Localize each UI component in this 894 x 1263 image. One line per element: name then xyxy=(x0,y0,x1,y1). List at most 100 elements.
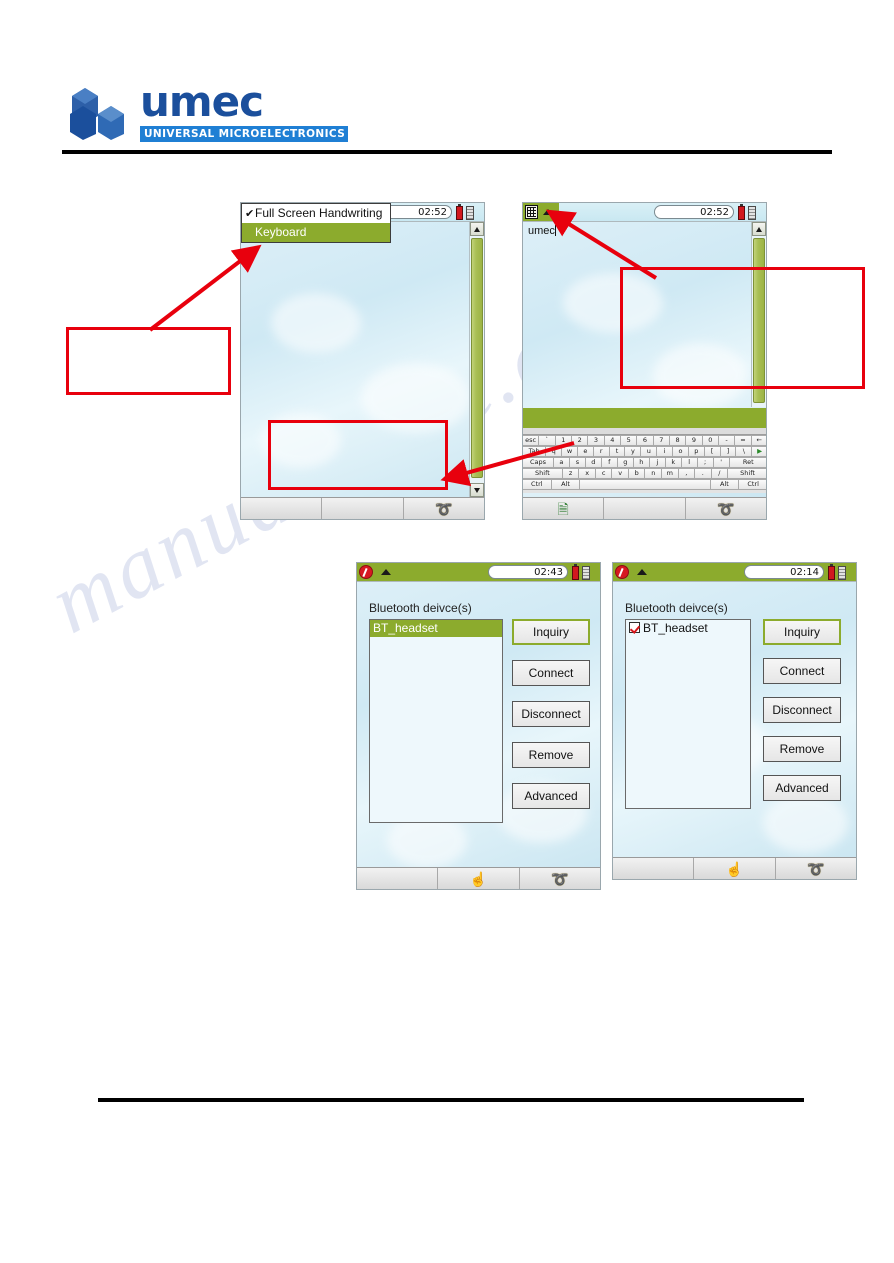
key-x[interactable]: x xyxy=(578,468,596,479)
key-tab[interactable]: Tab xyxy=(523,446,547,457)
key-minus[interactable]: - xyxy=(717,435,736,446)
toolbar-cell-2[interactable]: ☝ xyxy=(438,868,520,889)
key-8[interactable]: 8 xyxy=(668,435,687,446)
toolbar-cell-1[interactable] xyxy=(357,868,439,889)
toolbar-cell-3[interactable]: ➰ xyxy=(686,498,766,519)
key-ctrl-left[interactable]: Ctrl xyxy=(523,479,552,490)
key-apostrophe[interactable]: ' xyxy=(712,457,730,468)
key-1[interactable]: 1 xyxy=(554,435,572,446)
key-backspace[interactable]: ← xyxy=(750,435,766,446)
caret-up-icon[interactable] xyxy=(637,569,647,575)
key-6[interactable]: 6 xyxy=(636,435,654,446)
key-j[interactable]: j xyxy=(648,457,666,468)
key-5[interactable]: 5 xyxy=(619,435,638,446)
key-y[interactable]: y xyxy=(624,446,642,457)
key-backslash[interactable]: \ xyxy=(735,446,753,457)
key-l[interactable]: l xyxy=(680,457,698,468)
bluetooth-device-list[interactable]: BT_headset xyxy=(625,619,751,809)
key-a[interactable]: a xyxy=(552,457,570,468)
key-p[interactable]: p xyxy=(687,446,705,457)
no-entry-icon[interactable] xyxy=(615,565,629,579)
connect-button[interactable]: Connect xyxy=(763,658,841,684)
key-n[interactable]: n xyxy=(644,468,663,479)
key-v[interactable]: v xyxy=(611,468,629,479)
key-ctrl-right[interactable]: Ctrl xyxy=(738,479,766,490)
text-input-area[interactable]: umec xyxy=(528,225,556,237)
toolbar-cell-1[interactable]: 🗎 xyxy=(523,498,605,519)
key-m[interactable]: m xyxy=(661,468,679,479)
remove-button[interactable]: Remove xyxy=(512,742,590,768)
bottom-toolbar[interactable]: 🗎 ➰ xyxy=(523,497,766,519)
inquiry-button[interactable]: Inquiry xyxy=(763,619,841,645)
key-w[interactable]: w xyxy=(561,446,578,457)
key-esc[interactable]: esc xyxy=(523,435,540,446)
key-o[interactable]: o xyxy=(672,446,689,457)
key-0[interactable]: 0 xyxy=(701,435,719,446)
remove-button[interactable]: Remove xyxy=(763,736,841,762)
on-screen-keyboard[interactable]: esc ` 1 2 3 4 5 6 7 8 9 0 - = ← Tab q w … xyxy=(523,434,766,493)
connect-button[interactable]: Connect xyxy=(512,660,590,686)
toolbar-cell-2[interactable] xyxy=(322,498,404,519)
key-i[interactable]: i xyxy=(656,446,674,457)
toolbar-cell-1[interactable] xyxy=(613,858,695,879)
caret-up-icon[interactable] xyxy=(381,569,391,575)
key-enter-arrow-icon[interactable]: ▶ xyxy=(751,446,766,457)
key-h[interactable]: h xyxy=(632,457,650,468)
key-g[interactable]: g xyxy=(616,457,634,468)
scroll-down-arrow-icon[interactable] xyxy=(470,483,484,497)
scrollbar-thumb[interactable] xyxy=(471,238,483,478)
key-shift-left[interactable]: Shift xyxy=(523,468,563,479)
key-comma[interactable]: , xyxy=(677,468,696,479)
toolbar-cell-2[interactable]: ☝ xyxy=(694,858,776,879)
key-equals[interactable]: = xyxy=(734,435,752,446)
scroll-up-arrow-icon[interactable] xyxy=(470,222,484,236)
advanced-button[interactable]: Advanced xyxy=(512,783,590,809)
key-e[interactable]: e xyxy=(576,446,594,457)
key-k[interactable]: k xyxy=(664,457,682,468)
key-q[interactable]: q xyxy=(545,446,563,457)
key-c[interactable]: c xyxy=(594,468,613,479)
key-return[interactable]: Ret xyxy=(728,457,766,468)
key-u[interactable]: u xyxy=(640,446,658,457)
key-3[interactable]: 3 xyxy=(587,435,605,446)
bluetooth-device-list[interactable]: BT_headset xyxy=(369,619,503,823)
toolbar-cell-3[interactable]: ➰ xyxy=(404,498,484,519)
toolbar-cell-2[interactable] xyxy=(604,498,686,519)
key-caps[interactable]: Caps xyxy=(523,457,554,468)
toolbar-cell-3[interactable]: ➰ xyxy=(776,858,856,879)
key-bracket-left[interactable]: [ xyxy=(703,446,721,457)
key-backtick[interactable]: ` xyxy=(538,435,556,446)
toolbar-cell-1[interactable] xyxy=(241,498,323,519)
key-slash[interactable]: / xyxy=(710,468,729,479)
disconnect-button[interactable]: Disconnect xyxy=(763,697,841,723)
key-9[interactable]: 9 xyxy=(685,435,703,446)
advanced-button[interactable]: Advanced xyxy=(763,775,841,801)
key-period[interactable]: . xyxy=(694,468,712,479)
key-b[interactable]: b xyxy=(627,468,646,479)
key-2[interactable]: 2 xyxy=(570,435,589,446)
input-method-menu[interactable]: ✔Full Screen Handwriting Keyboard xyxy=(241,203,391,243)
key-r[interactable]: r xyxy=(592,446,610,457)
inquiry-button[interactable]: Inquiry xyxy=(512,619,590,645)
key-f[interactable]: f xyxy=(600,457,618,468)
key-z[interactable]: z xyxy=(561,468,580,479)
key-t[interactable]: t xyxy=(608,446,626,457)
bottom-toolbar[interactable]: ☝ ➰ xyxy=(357,867,600,889)
disconnect-button[interactable]: Disconnect xyxy=(512,701,590,727)
key-alt-left[interactable]: Alt xyxy=(550,479,581,490)
no-entry-icon[interactable] xyxy=(359,565,373,579)
checkbox-checked-icon[interactable] xyxy=(629,622,640,633)
key-bracket-right[interactable]: ] xyxy=(719,446,737,457)
key-s[interactable]: s xyxy=(568,457,586,468)
key-shift-right[interactable]: Shift xyxy=(727,468,766,479)
key-alt-right[interactable]: Alt xyxy=(709,479,740,490)
key-d[interactable]: d xyxy=(584,457,602,468)
key-7[interactable]: 7 xyxy=(652,435,670,446)
list-item[interactable]: BT_headset xyxy=(626,620,750,637)
bottom-toolbar[interactable]: ➰ xyxy=(241,497,484,519)
key-semicolon[interactable]: ; xyxy=(696,457,714,468)
list-item[interactable]: BT_headset xyxy=(370,620,502,637)
vertical-scrollbar[interactable] xyxy=(469,222,484,497)
menu-item-keyboard[interactable]: Keyboard xyxy=(242,223,390,242)
scroll-up-arrow-icon[interactable] xyxy=(752,222,766,236)
